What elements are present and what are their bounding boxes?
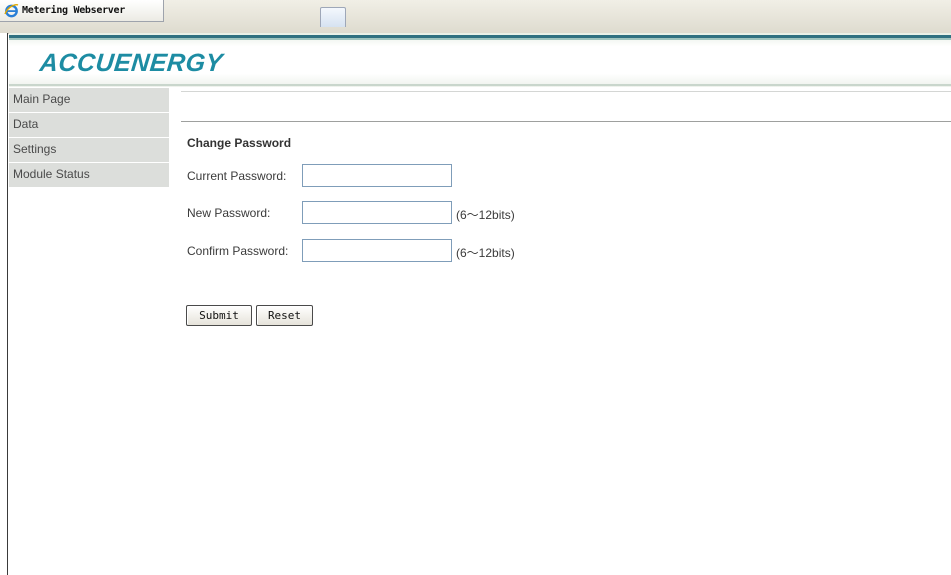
sidebar-item-module-status[interactable]: Module Status: [9, 163, 169, 188]
sidebar-item-settings[interactable]: Settings: [9, 138, 169, 163]
new-password-input[interactable]: [302, 201, 452, 224]
sidebar-item-data[interactable]: Data: [9, 113, 169, 138]
form-title: Change Password: [187, 136, 292, 150]
current-password-input[interactable]: [302, 164, 452, 187]
browser-tab-title: Metering Webserver: [22, 5, 125, 16]
ie-browser-icon: [4, 3, 19, 18]
confirm-password-input[interactable]: [302, 239, 452, 262]
submit-button[interactable]: Submit: [186, 305, 252, 326]
reset-button[interactable]: Reset: [256, 305, 313, 326]
current-password-label: Current Password:: [187, 169, 287, 183]
browser-tab-bar: Metering Webserver: [0, 0, 951, 34]
new-password-label: New Password:: [187, 206, 271, 220]
content-divider: [181, 121, 951, 122]
content-top-divider: [181, 91, 951, 92]
header-rule-accent: [9, 38, 951, 40]
sidebar-nav: Main Page Data Settings Module Status: [9, 88, 169, 188]
accuenergy-logo: ACCUENERGY: [38, 49, 225, 77]
new-password-hint: (6～12bits): [456, 208, 515, 222]
confirm-password-label: Confirm Password:: [187, 244, 289, 258]
header-bottom-rule: [9, 84, 951, 86]
browser-tab[interactable]: Metering Webserver: [0, 0, 164, 22]
new-tab-button[interactable]: [320, 7, 346, 27]
browser-window: Metering Webserver ACCUENERGY Main Page …: [0, 0, 951, 575]
page-left-border: [0, 33, 8, 575]
sidebar-item-main-page[interactable]: Main Page: [9, 88, 169, 113]
confirm-password-hint: (6～12bits): [456, 246, 515, 260]
